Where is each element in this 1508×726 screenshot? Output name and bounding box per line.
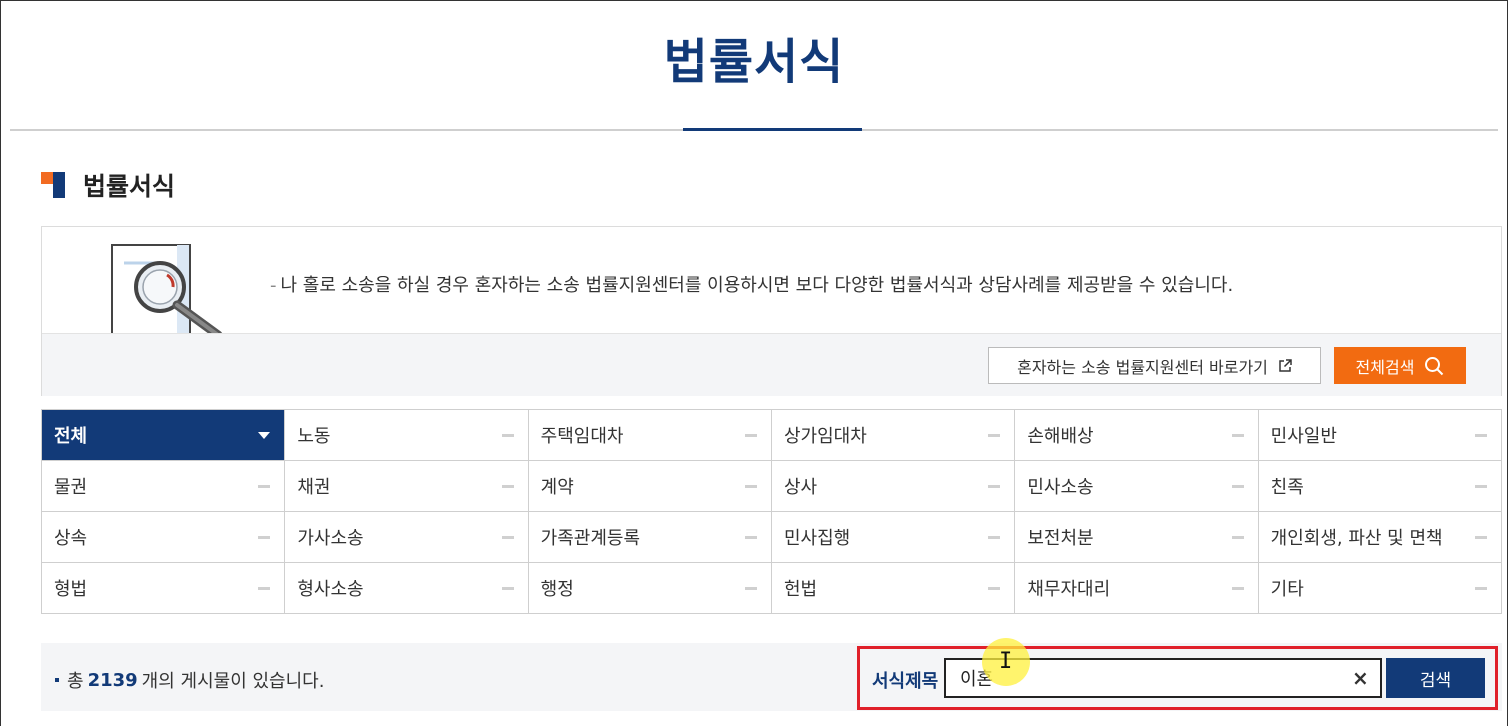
category-item[interactable]: 민사집행 (771, 512, 1016, 563)
total-suffix: 개의 게시물이 있습니다. (141, 671, 325, 692)
search-button[interactable]: 검색 (1386, 658, 1485, 698)
category-item[interactable]: 민사일반 (1258, 410, 1502, 461)
category-item[interactable]: 노동 (285, 410, 529, 461)
category-label: 친족 (1270, 477, 1304, 498)
dash-icon (1231, 586, 1244, 590)
category-label: 가사소송 (297, 528, 364, 549)
dash-icon (1231, 484, 1244, 488)
dash-icon (744, 535, 757, 539)
text-cursor-icon: I (999, 649, 1013, 674)
info-description: -나 홀로 소송을 하실 경우 혼자하는 소송 법률지원센터를 이용하시면 보다… (270, 271, 1233, 297)
category-label: 물권 (54, 477, 88, 498)
category-item[interactable]: 물권 (42, 461, 286, 512)
info-dash: - (270, 275, 277, 296)
category-label: 채무자대리 (1027, 579, 1111, 600)
category-item[interactable]: 계약 (528, 461, 772, 512)
category-label: 계약 (540, 477, 574, 498)
dash-icon (501, 433, 514, 437)
clear-icon[interactable]: × (1352, 666, 1369, 690)
category-item[interactable]: 가족관계등록 (528, 512, 772, 563)
section-mark-icon (41, 172, 67, 198)
category-item[interactable]: 헌법 (771, 563, 1016, 614)
category-label: 행정 (540, 579, 574, 600)
dash-icon (501, 484, 514, 488)
search-all-button[interactable]: 전체검색 (1334, 347, 1466, 384)
dash-icon (1231, 535, 1244, 539)
category-item[interactable]: 기타 (1258, 563, 1502, 614)
category-label: 민사일반 (1270, 426, 1337, 447)
category-label: 민사집행 (783, 528, 851, 549)
category-label: 전체 (54, 426, 88, 447)
category-item[interactable]: 주택임대차 (528, 410, 772, 461)
info-box: 혼자하는 소송 법률지원센터 바로가기 전체검색 -나 홀로 소송을 하실 경우… (41, 226, 1502, 396)
dash-icon (988, 535, 1001, 539)
category-item[interactable]: 가사소송 (285, 512, 529, 563)
dash-icon (744, 484, 757, 488)
document-magnifier-icon (111, 244, 223, 333)
title-divider-accent (683, 128, 862, 131)
section-header: 법률서식 (41, 170, 176, 201)
dash-icon (988, 433, 1001, 437)
total-count: 총 2139 개의 게시물이 있습니다. (55, 667, 324, 693)
category-label: 노동 (297, 426, 331, 447)
category-item[interactable]: 형법 (42, 563, 286, 614)
category-grid: 전체 노동 주택임대차 상가임대차 손해배상 민사일반물권 채권 계약 상사 민사소송 친족상속 가사… (41, 409, 1502, 614)
dash-icon (258, 535, 271, 539)
dash-icon (988, 484, 1001, 488)
category-item[interactable]: 개인회생, 파산 및 면책 (1258, 512, 1502, 563)
category-label: 형법 (54, 579, 88, 600)
dash-icon (744, 586, 757, 590)
category-item[interactable]: 채무자대리 (1015, 563, 1259, 614)
legal-support-center-link[interactable]: 혼자하는 소송 법률지원센터 바로가기 (988, 347, 1321, 384)
info-actions-bar: 혼자하는 소송 법률지원센터 바로가기 전체검색 (42, 333, 1501, 396)
category-item[interactable]: 전체 (42, 410, 286, 461)
category-item[interactable]: 민사소송 (1015, 461, 1259, 512)
category-label: 가족관계등록 (540, 528, 641, 549)
category-label: 손해배상 (1027, 426, 1094, 447)
category-item[interactable]: 형사소송 (285, 563, 529, 614)
category-label: 보전처분 (1027, 528, 1094, 549)
dash-icon (1231, 433, 1244, 437)
category-label: 형사소송 (297, 579, 364, 600)
total-prefix: 총 (67, 671, 84, 692)
search-icon (1425, 356, 1444, 375)
category-item[interactable]: 상사 (771, 461, 1016, 512)
dash-icon (1474, 484, 1487, 488)
dash-icon (1474, 433, 1487, 437)
dash-icon (501, 535, 514, 539)
category-label: 헌법 (783, 579, 818, 600)
dash-icon (1474, 535, 1487, 539)
external-link-icon (1279, 358, 1292, 372)
dash-icon (744, 433, 757, 437)
category-label: 상가임대차 (783, 426, 867, 447)
search-field-label: 서식제목 (872, 671, 939, 692)
dash-icon (258, 586, 271, 590)
dash-icon (258, 484, 271, 488)
category-label: 민사소송 (1027, 477, 1094, 498)
category-label: 주택임대차 (540, 426, 624, 447)
page-title: 법률서식 (663, 34, 845, 90)
dash-icon (1474, 586, 1487, 590)
category-item[interactable]: 행정 (528, 563, 772, 614)
dash-icon (501, 586, 514, 590)
category-label: 채권 (297, 477, 331, 498)
info-text: 나 홀로 소송을 하실 경우 혼자하는 소송 법률지원센터를 이용하시면 보다 … (280, 275, 1234, 296)
section-title: 법률서식 (83, 172, 176, 201)
legal-support-center-link-label: 혼자하는 소송 법률지원센터 바로가기 (1017, 357, 1268, 377)
category-label: 기타 (1270, 579, 1304, 600)
category-item[interactable]: 보전처분 (1015, 512, 1259, 563)
dash-icon (988, 586, 1001, 590)
category-label: 개인회생, 파산 및 면책 (1270, 528, 1443, 549)
total-number: 2139 (87, 669, 138, 691)
category-item[interactable]: 채권 (285, 461, 529, 512)
category-item[interactable]: 친족 (1258, 461, 1502, 512)
category-label: 상사 (783, 477, 818, 498)
category-item[interactable]: 상가임대차 (771, 410, 1016, 461)
category-item[interactable]: 상속 (42, 512, 286, 563)
category-label: 상속 (54, 528, 88, 549)
bullet-icon (55, 678, 59, 682)
caret-down-icon (258, 431, 271, 439)
category-item[interactable]: 손해배상 (1015, 410, 1259, 461)
search-all-label: 전체검색 (1355, 357, 1415, 377)
